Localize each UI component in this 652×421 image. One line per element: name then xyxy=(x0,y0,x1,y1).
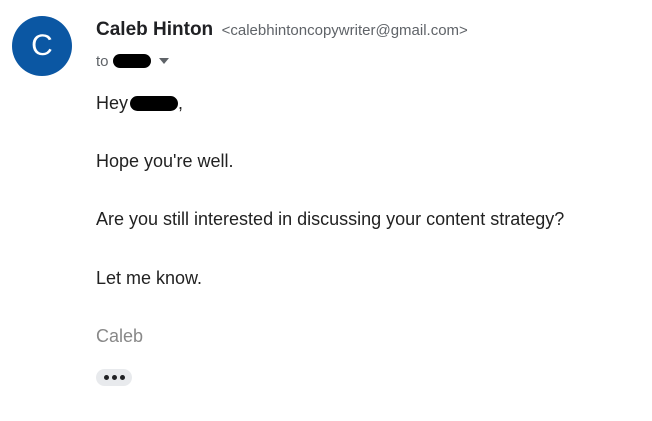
greeting-comma: , xyxy=(178,93,184,113)
sender-avatar[interactable]: C xyxy=(12,16,72,76)
more-horiz-icon-dot xyxy=(111,375,117,380)
sender-name[interactable]: Caleb Hinton xyxy=(96,19,213,40)
avatar-letter: C xyxy=(31,29,53,62)
message-line: Are you still interested in discussing y… xyxy=(96,209,565,229)
message-line: Let me know. xyxy=(96,268,203,288)
more-horiz-icon-dot xyxy=(119,375,125,380)
to-label: to xyxy=(96,52,109,70)
recipient-row: to xyxy=(96,50,169,72)
show-trimmed-content-button[interactable] xyxy=(96,369,132,386)
greeting-text: Hey xyxy=(96,93,129,113)
message-line: Hope you're well. xyxy=(96,151,234,171)
redacted-recipient xyxy=(112,54,151,68)
redacted-name xyxy=(130,95,179,111)
sender-email: <calebhintoncopywriter@gmail.com> xyxy=(221,22,468,39)
sender-header: Caleb Hinton <calebhintoncopywriter@gmai… xyxy=(96,19,468,42)
signature: Caleb xyxy=(96,326,144,346)
more-horiz-icon xyxy=(103,375,109,380)
greeting-line: Hey , xyxy=(96,92,183,114)
caret-down-icon[interactable] xyxy=(158,58,169,64)
